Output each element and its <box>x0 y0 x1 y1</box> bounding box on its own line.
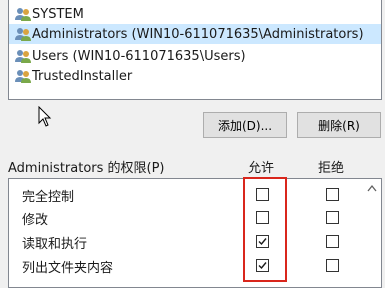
allow-checkbox[interactable] <box>256 235 269 248</box>
allow-column-header: 允许 <box>248 161 275 176</box>
permissions-title: Administrators 的权限(P) <box>8 161 165 176</box>
mouse-cursor-icon <box>38 106 52 127</box>
allow-checkbox[interactable] <box>256 259 269 272</box>
allow-checkbox[interactable] <box>256 211 269 224</box>
permission-label: 列出文件夹内容 <box>22 261 114 276</box>
principal-item[interactable]: SYSTEM <box>9 4 381 24</box>
group-icon <box>15 8 31 21</box>
add-button[interactable]: 添加(D)... <box>203 112 287 138</box>
permission-label: 读取和执行 <box>22 237 88 252</box>
permission-label: 完全控制 <box>22 190 75 205</box>
deny-checkbox[interactable] <box>326 235 339 248</box>
permission-row: 修改 <box>9 206 381 230</box>
principal-label: Users (WIN10-611071635\Users) <box>32 48 246 64</box>
group-icon <box>15 70 31 83</box>
principal-item-selected[interactable]: Administrators (WIN10-611071635\Administ… <box>9 24 381 44</box>
permissions-table[interactable]: 完全控制 修改 读取和执行 列出文件夹内容 <box>8 178 382 288</box>
remove-button[interactable]: 删除(R) <box>297 112 381 138</box>
permission-row: 完全控制 <box>9 183 381 207</box>
principal-label: Administrators (WIN10-611071635\Administ… <box>32 26 364 42</box>
deny-column-header: 拒绝 <box>318 161 345 176</box>
principal-item[interactable]: Users (WIN10-611071635\Users) <box>9 46 381 66</box>
principal-label: TrustedInstaller <box>32 68 133 84</box>
permission-row: 读取和执行 <box>9 230 381 254</box>
deny-checkbox[interactable] <box>326 188 339 201</box>
principals-list[interactable]: SYSTEM Administrators (WIN10-611071635\A… <box>8 0 382 100</box>
group-icon <box>15 50 31 63</box>
deny-checkbox[interactable] <box>326 211 339 224</box>
allow-checkbox[interactable] <box>256 188 269 201</box>
permission-row: 列出文件夹内容 <box>9 254 381 278</box>
principal-item[interactable]: TrustedInstaller <box>9 66 381 86</box>
group-icon <box>15 28 31 41</box>
principal-label: SYSTEM <box>32 6 84 22</box>
permission-label: 修改 <box>22 213 49 228</box>
deny-checkbox[interactable] <box>326 259 339 272</box>
